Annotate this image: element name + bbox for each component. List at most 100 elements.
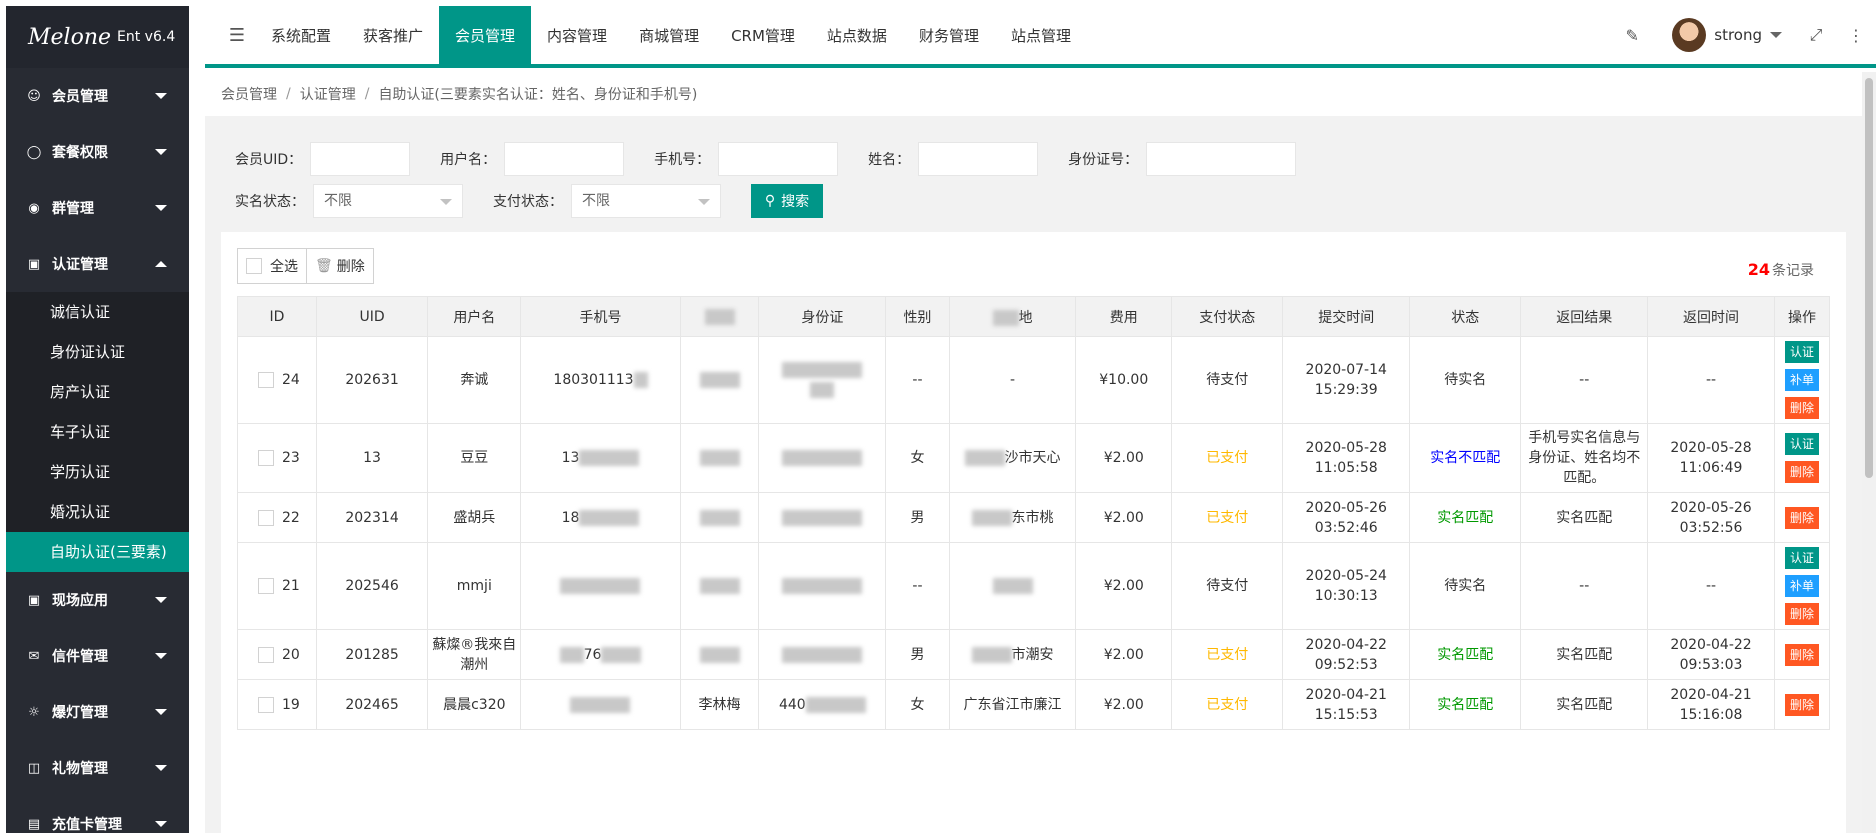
search-button[interactable]: ⚲ 搜索 — [751, 184, 823, 218]
idcard-input[interactable] — [1146, 142, 1297, 176]
table-row: 24 202631 奔诚 180301113 -- - ¥10.00 待支付 2… — [237, 336, 1831, 424]
nav-site-data[interactable]: 站点数据 — [811, 6, 903, 64]
nav-promotion[interactable]: 获客推广 — [347, 6, 439, 64]
delete-button[interactable]: 删除 — [1784, 643, 1819, 666]
fullscreen-icon[interactable]: ⤢ — [1796, 6, 1836, 64]
cell-idcard — [758, 423, 887, 493]
sidebar-item-member[interactable]: ☺ 会员管理 — [6, 68, 189, 124]
cell-uid: 201285 — [315, 629, 429, 680]
logo-brand: Melone — [28, 24, 112, 50]
breadcrumb-item-current: 自助认证(三要素实名认证：姓名、身份证和手机号) — [378, 87, 698, 103]
pay-status-select[interactable]: 不限 — [571, 184, 721, 218]
sidebar-item-mail[interactable]: ✉ 信件管理 — [6, 628, 189, 684]
cell-submit-time: 2020-04-22 09:52:53 — [1282, 629, 1411, 680]
cell-id: 21 — [237, 542, 317, 630]
delete-button[interactable]: 删除 — [1784, 603, 1819, 625]
cell-status: 实名匹配 — [1409, 679, 1522, 730]
auth-button[interactable]: 认证 — [1784, 341, 1819, 363]
address-text: 沙市天心 — [1004, 450, 1061, 466]
sidebar-item-package[interactable]: ◯ 套餐权限 — [6, 124, 189, 180]
cell-name — [679, 336, 760, 424]
breadcrumb-separator: / — [364, 86, 370, 102]
chevron-down-icon — [440, 199, 452, 205]
pay-status-value: 不限 — [582, 193, 610, 209]
breadcrumb-separator: / — [286, 86, 291, 102]
sidebar-item-label: 认证管理 — [52, 257, 108, 273]
uid-input[interactable] — [310, 142, 411, 176]
record-count: 24 条记录 — [1748, 260, 1814, 280]
sub-item-car[interactable]: 车子认证 — [6, 412, 189, 452]
username-input[interactable] — [504, 142, 625, 176]
name-input[interactable] — [918, 142, 1039, 176]
row-checkbox[interactable] — [258, 509, 274, 526]
supplement-button[interactable]: 补单 — [1784, 369, 1819, 391]
cell-name — [679, 423, 760, 493]
cell-fee: ¥10.00 — [1075, 336, 1173, 424]
nav-content-manage[interactable]: 内容管理 — [531, 6, 623, 64]
sub-item-credit[interactable]: 诚信认证 — [6, 292, 189, 332]
row-checkbox[interactable] — [258, 696, 274, 713]
sub-item-marriage[interactable]: 婚况认证 — [6, 492, 189, 532]
cell-idcard — [758, 492, 887, 543]
page-scrollbar[interactable] — [1862, 72, 1876, 833]
auth-button[interactable]: 认证 — [1784, 433, 1819, 455]
scrollbar-thumb[interactable] — [1865, 78, 1873, 478]
delete-button[interactable]: 删除 — [1784, 461, 1819, 483]
logo[interactable]: Melone Ent v6.4 — [6, 6, 189, 68]
nav-site-manage[interactable]: 站点管理 — [995, 6, 1087, 64]
nav-finance-manage[interactable]: 财务管理 — [903, 6, 995, 64]
select-all-checkbox[interactable] — [246, 258, 262, 274]
sub-item-education[interactable]: 学历认证 — [6, 452, 189, 492]
nav-mall-manage[interactable]: 商城管理 — [623, 6, 715, 64]
row-checkbox[interactable] — [258, 646, 274, 663]
sidebar-item-live[interactable]: ▣ 现场应用 — [6, 572, 189, 628]
sidebar-item-gift[interactable]: ◫ 礼物管理 — [6, 740, 189, 796]
cell-status: 实名不匹配 — [1409, 423, 1522, 493]
sub-item-self-auth[interactable]: 自助认证(三要素) — [6, 532, 189, 572]
sub-item-house[interactable]: 房产认证 — [6, 372, 189, 412]
breadcrumb-item[interactable]: 会员管理 — [221, 84, 277, 104]
nav-crm-manage[interactable]: CRM管理 — [715, 6, 811, 64]
cell-gender: 男 — [885, 492, 950, 543]
nav-member-manage[interactable]: 会员管理 — [439, 6, 532, 64]
realname-status-select[interactable]: 不限 — [313, 184, 463, 218]
delete-button[interactable]: 删除 — [1784, 693, 1819, 716]
sidebar-item-group[interactable]: ◉ 群管理 — [6, 180, 189, 236]
idcard-text: 440 — [778, 696, 806, 713]
nav-system-config[interactable]: 系统配置 — [255, 6, 347, 64]
auth-button[interactable]: 认证 — [1784, 547, 1819, 569]
cell-gender: -- — [885, 336, 950, 424]
breadcrumb-item[interactable]: 认证管理 — [300, 84, 356, 104]
select-all-button[interactable]: 全选 — [238, 249, 306, 283]
th-name — [679, 296, 760, 337]
select-all-label: 全选 — [270, 259, 298, 275]
th-username: 用户名 — [427, 296, 522, 337]
cell-actions: 删除 — [1773, 679, 1831, 730]
record-count-number: 24 — [1747, 260, 1770, 279]
sidebar-item-auth[interactable]: ▣ 认证管理 — [6, 236, 189, 292]
menu-toggle-icon[interactable]: ☰ — [219, 6, 255, 64]
delete-button[interactable]: 删除 — [1784, 397, 1819, 419]
clear-cache-icon[interactable]: ✎ — [1612, 6, 1652, 64]
supplement-button[interactable]: 补单 — [1784, 575, 1819, 597]
sidebar-item-label: 现场应用 — [52, 593, 108, 609]
chevron-down-icon — [155, 149, 167, 155]
row-checkbox[interactable] — [258, 450, 274, 466]
batch-delete-button[interactable]: 🗑 删除 — [306, 249, 373, 283]
more-icon[interactable]: ⋮ — [1836, 6, 1876, 64]
delete-button[interactable]: 删除 — [1784, 506, 1819, 529]
sub-item-idcard[interactable]: 身份证认证 — [6, 332, 189, 372]
sidebar-item-card[interactable]: ▤ 充值卡管理 — [6, 796, 189, 833]
chevron-down-icon — [155, 709, 167, 715]
table-row: 20 201285 蘇燦®我來自潮州 76 男 市潮安 ¥2.00 已支付 20… — [237, 629, 1831, 680]
mobile-input[interactable] — [718, 142, 839, 176]
mobile-text: 13 — [561, 450, 580, 466]
cell-submit-time: 2020-07-14 15:29:39 — [1282, 336, 1411, 424]
row-checkbox[interactable] — [258, 578, 274, 594]
user-menu[interactable]: strong — [1652, 18, 1796, 52]
cell-mobile: 18 — [520, 492, 681, 543]
cell-name — [679, 492, 760, 543]
row-checkbox[interactable] — [258, 372, 274, 388]
cell-uid: 202314 — [315, 492, 429, 543]
sidebar-item-light[interactable]: ☼ 爆灯管理 — [6, 684, 189, 740]
